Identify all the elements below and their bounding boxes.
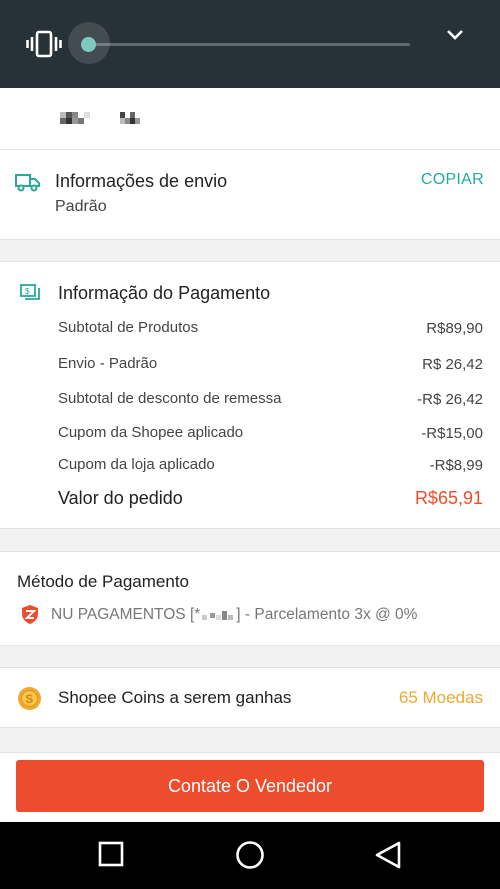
volume-slider-track[interactable] bbox=[88, 43, 410, 46]
row-label-subtotal: Subtotal de Produtos bbox=[58, 319, 199, 336]
payment-method-suffix: ] - Parcelamento 3x @ 0% bbox=[236, 606, 418, 623]
money-icon: $ bbox=[20, 284, 40, 300]
payment-method-title: Método de Pagamento bbox=[17, 572, 190, 591]
redacted-text bbox=[120, 112, 140, 124]
volume-panel bbox=[0, 0, 500, 88]
row-value-shopee-coupon: -R$15,00 bbox=[421, 425, 483, 442]
shipping-title: Informações de envio bbox=[55, 171, 228, 191]
payment-method-card bbox=[0, 551, 500, 646]
row-value-shipping-discount: -R$ 26,42 bbox=[417, 391, 483, 408]
home-icon[interactable] bbox=[235, 840, 265, 870]
shipping-method: Padrão bbox=[55, 198, 107, 215]
recents-icon[interactable] bbox=[98, 841, 124, 867]
order-total-value: R$65,91 bbox=[414, 488, 483, 508]
back-icon[interactable] bbox=[374, 840, 402, 870]
payment-method-detail: NU PAGAMENTOS [* ] - Parcelamento 3x @ 0… bbox=[51, 606, 417, 624]
coins-label: Shopee Coins a serem ganhas bbox=[58, 688, 292, 707]
redacted-text bbox=[60, 112, 90, 124]
shipping-info-card bbox=[0, 150, 500, 240]
row-label-shipping-discount: Subtotal de desconto de remessa bbox=[58, 390, 282, 407]
svg-text:S: S bbox=[25, 692, 33, 706]
row-value-subtotal: R$89,90 bbox=[426, 320, 483, 337]
row-label-shipping: Envio - Padrão bbox=[58, 355, 158, 372]
contact-seller-button[interactable]: Contate O Vendedor bbox=[16, 760, 484, 812]
svg-text:$: $ bbox=[25, 287, 30, 296]
redacted-card-number bbox=[202, 610, 234, 620]
row-label-store-coupon: Cupom da loja aplicado bbox=[58, 456, 215, 473]
row-value-shipping: R$ 26,42 bbox=[422, 356, 483, 373]
volume-slider-thumb[interactable] bbox=[81, 37, 96, 52]
row-label-shopee-coupon: Cupom da Shopee aplicado bbox=[58, 424, 244, 441]
shield-icon bbox=[22, 605, 38, 624]
payment-info-title: Informação do Pagamento bbox=[58, 283, 271, 303]
order-total-label: Valor do pedido bbox=[58, 488, 183, 508]
vibrate-icon[interactable] bbox=[26, 28, 62, 60]
coin-icon: S bbox=[18, 687, 41, 710]
row-value-store-coupon: -R$8,99 bbox=[429, 457, 483, 474]
truck-icon bbox=[15, 174, 40, 192]
payment-method-prefix: NU PAGAMENTOS [* bbox=[51, 606, 201, 623]
chevron-down-icon[interactable] bbox=[440, 22, 470, 48]
coins-value: 65 Moedas bbox=[398, 688, 483, 707]
copy-button[interactable]: COPIAR bbox=[421, 171, 484, 189]
